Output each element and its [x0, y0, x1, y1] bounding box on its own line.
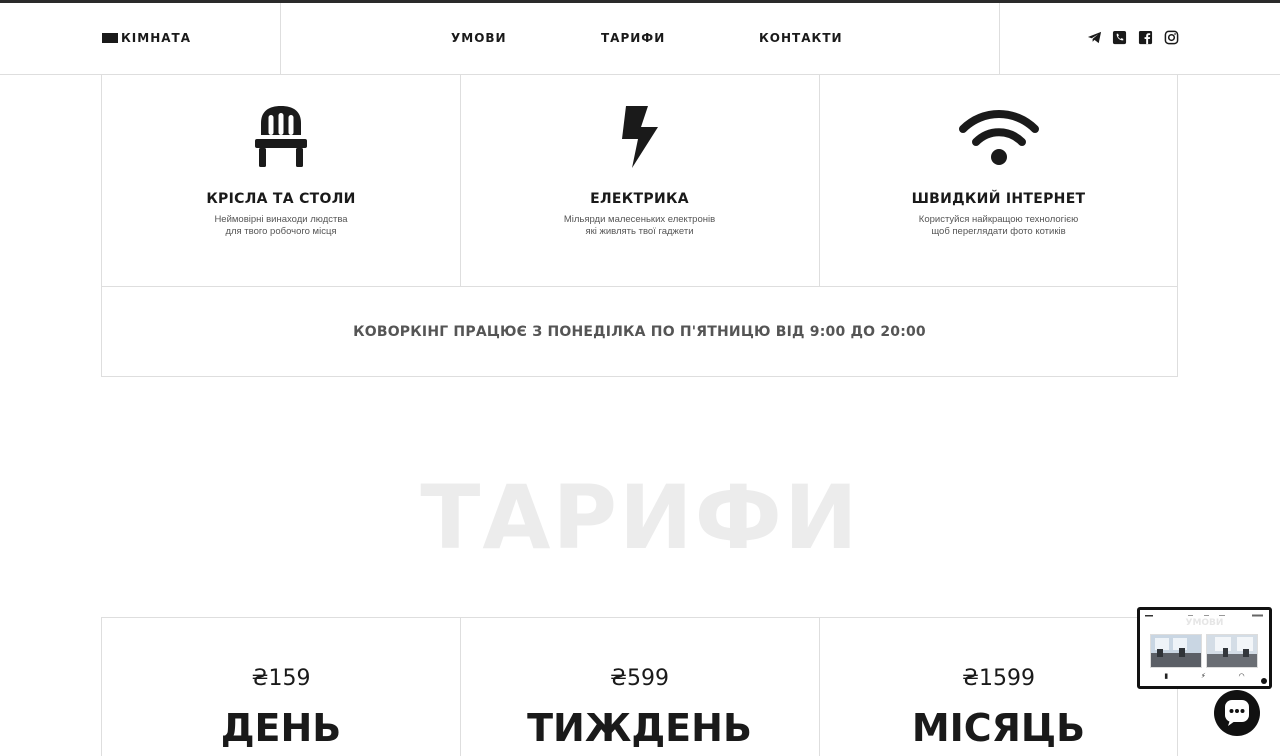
feature-desc-line: Користуйся найкращою технологією [918, 214, 1079, 225]
tariff-card-month[interactable]: ₴1599 МІСЯЦЬ [819, 618, 1177, 756]
feature-card-internet: ШВИДКИЙ ІНТЕРНЕТ Користуйся найкращою те… [819, 75, 1177, 286]
feature-title: КРІСЛА ТА СТОЛИ [206, 191, 356, 207]
chat-button[interactable] [1214, 690, 1260, 736]
tariff-period: ДЕНЬ [220, 706, 342, 750]
logo-text: КІМНАТА [121, 31, 192, 45]
logo[interactable]: КІМНАТА [102, 31, 191, 45]
tariff-price: ₴599 [609, 666, 670, 691]
nav-conditions[interactable]: УМОВИ [451, 31, 507, 45]
tariff-price: ₴1599 [961, 666, 1035, 691]
facebook-icon[interactable] [1138, 30, 1153, 45]
telegram-icon[interactable] [1087, 30, 1102, 45]
preview-icons: ▮ ⚡ ◠ [1148, 672, 1261, 680]
tariff-period: ТИЖДЕНЬ [527, 706, 752, 750]
phone-icon[interactable] [1112, 30, 1127, 45]
preview-photo [1206, 634, 1258, 668]
feature-desc-line: щоб переглядати фото котиків [931, 226, 1066, 237]
feature-description: Користуйся найкращою технологією щоб пер… [820, 214, 1177, 238]
chair-icon: ▮ [1164, 673, 1169, 680]
feature-title: ЕЛЕКТРИКА [590, 191, 689, 207]
feature-title: ШВИДКИЙ ІНТЕРНЕТ [911, 191, 1086, 207]
logo-mark [102, 33, 118, 43]
feature-card-chairs: КРІСЛА ТА СТОЛИ Неймовірні винаходи людс… [102, 75, 460, 286]
feature-description: Мільярди малесеньких електронів які живл… [461, 214, 818, 238]
site-header: КІМНАТА УМОВИ ТАРИФИ КОНТАКТИ [0, 3, 1280, 75]
tariffs-heading: ТАРИФИ [420, 466, 860, 569]
tariff-price: ₴159 [251, 666, 311, 691]
chair-icon [253, 105, 309, 174]
feature-card-electricity: ЕЛЕКТРИКА Мільярди малесеньких електроні… [460, 75, 818, 286]
working-hours: КОВОРКІНГ ПРАЦЮЄ З ПОНЕДІЛКА ПО П'ЯТНИЦЮ… [353, 323, 926, 340]
close-icon[interactable] [1261, 678, 1267, 684]
nav-contacts[interactable]: КОНТАКТИ [759, 31, 843, 45]
page-preview-thumbnail[interactable]: УМОВИ ▮ ⚡ ◠ [1137, 607, 1272, 689]
tariff-card-day[interactable]: ₴159 ДЕНЬ [102, 618, 460, 756]
instagram-icon[interactable] [1164, 30, 1179, 45]
preview-title: УМОВИ [1185, 618, 1224, 628]
lightning-icon: ⚡ [1200, 673, 1206, 680]
tariffs-section: ₴159 ДЕНЬ ₴599 ТИЖДЕНЬ ₴1599 МІСЯЦЬ [101, 617, 1178, 756]
feature-desc-line: які живлять твої гаджети [585, 226, 694, 237]
feature-desc-line: для твого робочого місця [225, 226, 337, 237]
chat-bubble-icon [1225, 700, 1249, 726]
feature-desc-line: Неймовірні винаходи людства [214, 214, 348, 225]
feature-description: Неймовірні винаходи людства для твого ро… [102, 214, 460, 238]
feature-desc-line: Мільярди малесеньких електронів [563, 214, 716, 225]
header-divider [999, 3, 1000, 74]
conditions-section: КРІСЛА ТА СТОЛИ Неймовірні винаходи людс… [101, 75, 1178, 377]
wifi-icon [958, 107, 1039, 172]
nav-tariffs[interactable]: ТАРИФИ [601, 31, 665, 45]
lightning-icon [618, 105, 662, 174]
header-divider [280, 3, 281, 74]
features-row: КРІСЛА ТА СТОЛИ Неймовірні винаходи людс… [102, 75, 1177, 287]
preview-photo [1150, 634, 1202, 668]
tariff-period: МІСЯЦЬ [911, 706, 1086, 750]
wifi-icon: ◠ [1238, 673, 1245, 680]
tariff-card-week[interactable]: ₴599 ТИЖДЕНЬ [460, 618, 818, 756]
